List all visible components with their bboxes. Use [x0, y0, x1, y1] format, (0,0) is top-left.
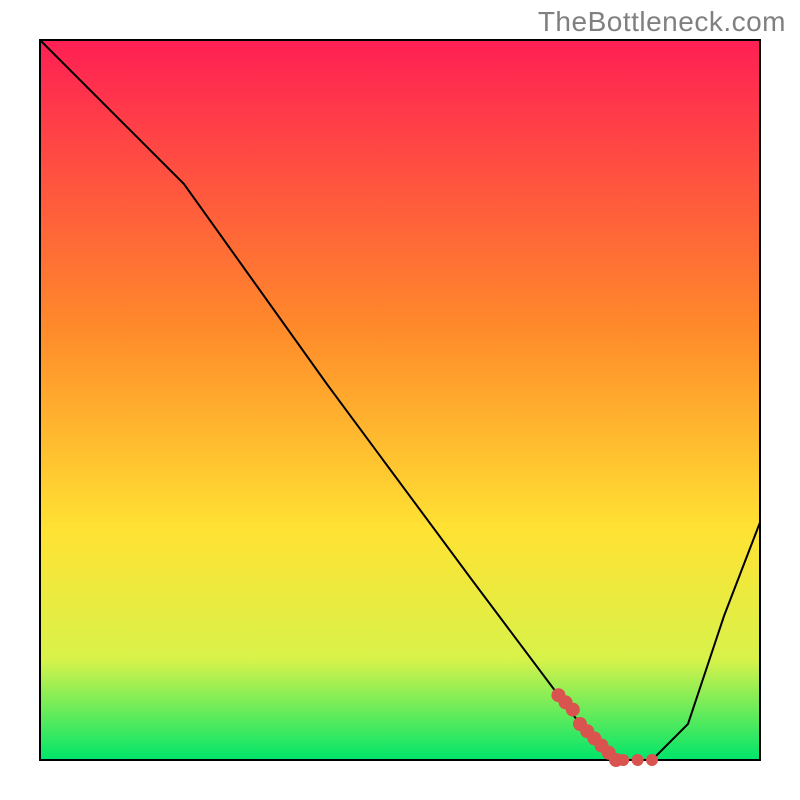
watermark-text: TheBottleneck.com	[538, 6, 786, 38]
marker-dot	[617, 754, 629, 766]
bottleneck-chart	[0, 0, 800, 800]
marker-dot	[566, 703, 580, 717]
chart-container: TheBottleneck.com	[0, 0, 800, 800]
marker-dot	[646, 754, 658, 766]
marker-dot	[632, 754, 644, 766]
